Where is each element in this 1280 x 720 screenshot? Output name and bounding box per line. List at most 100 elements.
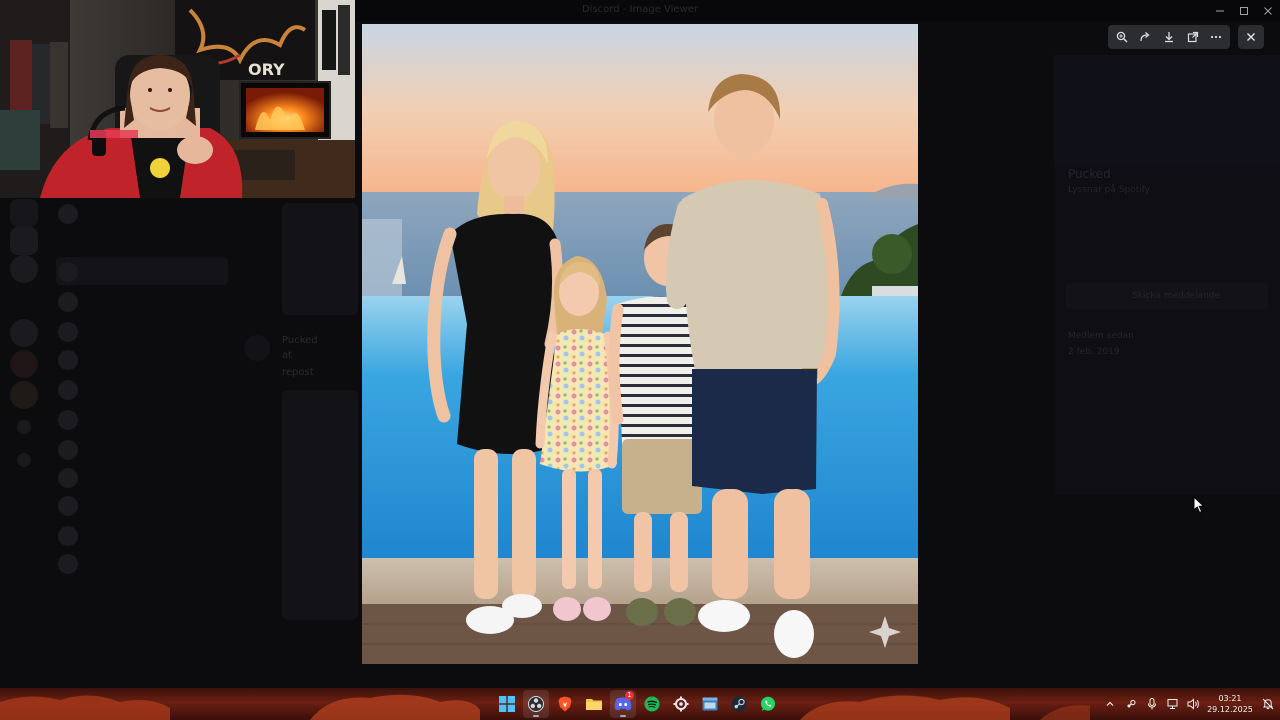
network-icon	[1167, 699, 1177, 709]
list-item[interactable]	[58, 467, 218, 489]
chevron-up-icon	[1106, 701, 1113, 706]
zoom-button[interactable]	[1111, 26, 1133, 48]
list-item[interactable]	[58, 291, 218, 313]
taskbar-app-steam[interactable]	[726, 690, 752, 718]
tray-volume-button[interactable]	[1183, 690, 1204, 718]
taskbar-apps: 1	[494, 688, 781, 720]
list-item[interactable]	[58, 321, 218, 343]
profile-status: Lyssnar på Spotify	[1068, 185, 1151, 195]
list-item[interactable]	[58, 439, 218, 461]
avatar	[58, 410, 78, 430]
list-item[interactable]	[58, 525, 218, 547]
avatar	[58, 496, 78, 516]
image-attachment[interactable]	[282, 390, 358, 620]
avatar	[58, 468, 78, 488]
add-server-icon[interactable]	[17, 420, 31, 434]
embed-card	[282, 203, 358, 315]
show-hidden-icons-button[interactable]	[1099, 690, 1120, 718]
start-button[interactable]	[494, 690, 520, 718]
taskbar-app-settings[interactable]	[668, 690, 694, 718]
download-button[interactable]	[1158, 26, 1180, 48]
close-icon	[1264, 7, 1272, 15]
forward-button[interactable]	[1134, 26, 1156, 48]
server-icon[interactable]	[10, 227, 38, 255]
list-item[interactable]	[58, 495, 218, 517]
avatar	[58, 292, 78, 312]
close-window-button[interactable]	[1256, 0, 1280, 22]
send-message-label: Skicka meddelande	[1132, 291, 1221, 301]
zoom-in-icon	[1116, 31, 1128, 43]
taskbar-app-obs[interactable]	[523, 690, 549, 718]
maximize-button[interactable]	[1232, 0, 1256, 22]
close-viewer-button[interactable]	[1238, 25, 1264, 49]
avatar	[58, 262, 78, 282]
tray-network-button[interactable]	[1162, 690, 1183, 718]
window-controls	[1208, 0, 1280, 22]
taskbar-app-desktop[interactable]	[697, 690, 723, 718]
viewer-image[interactable]	[362, 24, 918, 664]
open-external-button[interactable]	[1182, 26, 1204, 48]
explore-icon[interactable]	[17, 453, 31, 467]
minimize-button[interactable]	[1208, 0, 1232, 22]
running-indicator	[533, 715, 539, 717]
list-item[interactable]	[58, 349, 218, 371]
member-since-label: Medlem sedan	[1068, 331, 1134, 341]
send-message-button[interactable]: Skicka meddelande	[1066, 283, 1268, 309]
photo-family-by-pool	[362, 24, 918, 664]
svg-text:ORY: ORY	[248, 60, 285, 79]
avatar	[58, 440, 78, 460]
window-icon	[702, 697, 718, 711]
clock-date: 29.12.2025	[1207, 705, 1253, 714]
webcam-feed: ORY	[0, 0, 355, 198]
server-icon[interactable]	[10, 255, 38, 283]
taskbar-app-discord[interactable]: 1	[610, 690, 636, 718]
list-item[interactable]	[58, 379, 218, 401]
server-icon[interactable]	[10, 199, 38, 227]
taskbar-app-whatsapp[interactable]	[755, 690, 781, 718]
forward-icon	[1140, 32, 1150, 42]
tray-microphone-button[interactable]	[1141, 690, 1162, 718]
server-icon[interactable]	[10, 319, 38, 347]
minimize-icon	[1216, 10, 1224, 12]
avatar	[58, 350, 78, 370]
tray-steam-button[interactable]	[1120, 690, 1141, 718]
avatar	[58, 204, 78, 224]
more-icon	[1211, 35, 1222, 39]
discord-notification-badge: 1	[625, 691, 634, 700]
system-tray: 03:21 29.12.2025	[1099, 688, 1280, 720]
more-options-button[interactable]	[1205, 26, 1227, 48]
close-icon	[1247, 33, 1255, 41]
direct-message-list	[48, 195, 228, 675]
obs-icon	[528, 696, 544, 712]
taskbar-app-brave[interactable]	[552, 690, 578, 718]
taskbar-app-file-explorer[interactable]	[581, 690, 607, 718]
avatar	[58, 526, 78, 546]
list-item[interactable]	[58, 261, 218, 283]
download-icon	[1164, 32, 1173, 43]
steam-icon	[1126, 699, 1135, 708]
screen: Discord - Image Viewer Pucked at repost …	[0, 0, 1280, 720]
list-item[interactable]	[58, 203, 218, 225]
server-icon[interactable]	[10, 381, 38, 409]
brave-icon	[558, 696, 572, 712]
list-item[interactable]	[58, 409, 218, 431]
maximize-icon	[1240, 7, 1248, 15]
avatar	[58, 380, 78, 400]
notification-center-button[interactable]	[1256, 690, 1280, 718]
message-text: repost	[282, 367, 314, 378]
taskbar-app-spotify[interactable]	[639, 690, 665, 718]
microphone-icon	[1147, 698, 1156, 710]
volume-icon	[1187, 698, 1199, 710]
webcam-overlay: ORY	[0, 0, 355, 198]
profile-name: Pucked	[1068, 167, 1111, 181]
windows-start-icon	[499, 696, 515, 712]
steam-icon	[731, 696, 747, 712]
avatar	[244, 335, 270, 361]
message-author: Pucked	[282, 335, 318, 346]
chat-area: Pucked at repost	[238, 195, 358, 675]
taskbar-clock[interactable]: 03:21 29.12.2025	[1204, 693, 1256, 715]
list-item[interactable]	[58, 553, 218, 575]
mouse-cursor-icon	[1193, 496, 1205, 514]
server-icon[interactable]	[10, 350, 38, 378]
taskbar: 1 03:21 29.12.2025	[0, 688, 1280, 720]
